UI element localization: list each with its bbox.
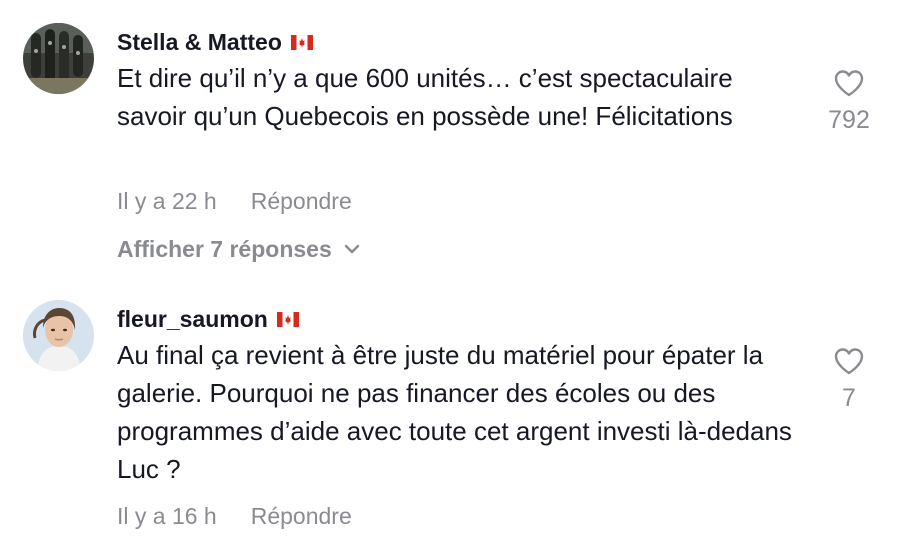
username-row: fleur_saumon <box>117 304 299 334</box>
heart-icon[interactable] <box>833 68 865 98</box>
comment-text: Et dire qu’il n’y a que 600 unités… c’es… <box>117 63 733 131</box>
comment-meta: Il y a 16 h Répondre <box>117 501 352 531</box>
view-replies-label: Afficher 7 réponses <box>117 235 332 262</box>
avatar-image <box>23 23 94 94</box>
username[interactable]: fleur_saumon <box>117 306 268 333</box>
like-control: 792 <box>814 68 884 135</box>
comment-item: Stella & Matteo Et dire qu’il n’y a que … <box>0 0 902 280</box>
comment-item: fleur_saumon Au final ça revient à être … <box>0 280 902 542</box>
like-count: 792 <box>828 106 870 134</box>
timestamp: Il y a 16 h <box>117 502 217 529</box>
timestamp: Il y a 22 h <box>117 187 217 214</box>
comment-meta: Il y a 22 h Répondre <box>117 186 352 216</box>
avatar[interactable] <box>23 23 94 94</box>
chevron-down-icon <box>344 244 359 254</box>
username[interactable]: Stella & Matteo <box>117 29 282 56</box>
heart-icon[interactable] <box>833 346 865 376</box>
view-replies-button[interactable]: Afficher 7 réponses <box>117 234 360 264</box>
reply-button[interactable]: Répondre <box>251 188 352 215</box>
username-row: Stella & Matteo <box>117 27 313 57</box>
reply-button[interactable]: Répondre <box>251 503 352 530</box>
comment-text: Au final ça revient à être juste du maté… <box>117 340 792 484</box>
canada-flag-icon <box>276 311 299 327</box>
like-control: 7 <box>814 346 884 413</box>
avatar[interactable] <box>23 300 94 371</box>
like-count: 7 <box>842 384 856 412</box>
canada-flag-icon <box>290 34 313 50</box>
avatar-image <box>23 300 94 371</box>
